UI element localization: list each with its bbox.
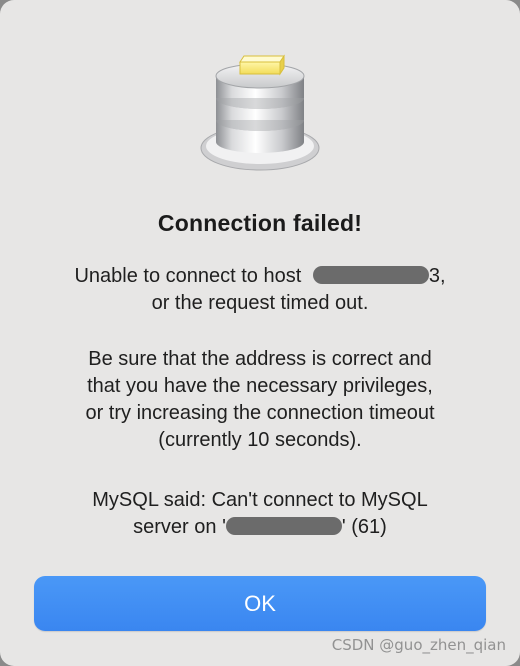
mysql-server-prefix: server on ' bbox=[133, 516, 226, 538]
advice-line: that you have the necessary privileges, bbox=[87, 375, 433, 397]
host-line: Unable to connect to host 3, bbox=[20, 263, 500, 290]
dialog-title: Connection failed! bbox=[157, 210, 363, 236]
host-line-suffix: 3, bbox=[428, 265, 446, 287]
database-app-icon bbox=[200, 54, 320, 171]
mysql-server-suffix: ' (61) bbox=[341, 516, 387, 538]
mysql-server-line: server on ' ' (61) bbox=[20, 514, 500, 541]
advice-message: Be sure that the address is correct and … bbox=[20, 346, 500, 454]
mysql-error-message: MySQL said: Can't connect to MySQL serve… bbox=[20, 487, 500, 541]
ok-button[interactable]: OK bbox=[34, 576, 486, 631]
mysql-line: MySQL said: Can't connect to MySQL bbox=[92, 489, 428, 511]
timeout-line: or the request timed out. bbox=[151, 292, 369, 314]
advice-line: Be sure that the address is correct and bbox=[88, 348, 432, 370]
redacted-host bbox=[312, 265, 429, 284]
host-line-prefix: Unable to connect to host bbox=[74, 265, 307, 287]
watermark: CSDN @guo_zhen_qian bbox=[331, 636, 506, 654]
advice-line: (currently 10 seconds). bbox=[158, 429, 362, 451]
connection-failed-dialog: Connection failed! Unable to connect to … bbox=[0, 0, 520, 666]
redacted-server bbox=[225, 516, 342, 535]
advice-line: or try increasing the connection timeout bbox=[85, 402, 435, 424]
host-message: Unable to connect to host 3, or the requ… bbox=[20, 263, 500, 317]
